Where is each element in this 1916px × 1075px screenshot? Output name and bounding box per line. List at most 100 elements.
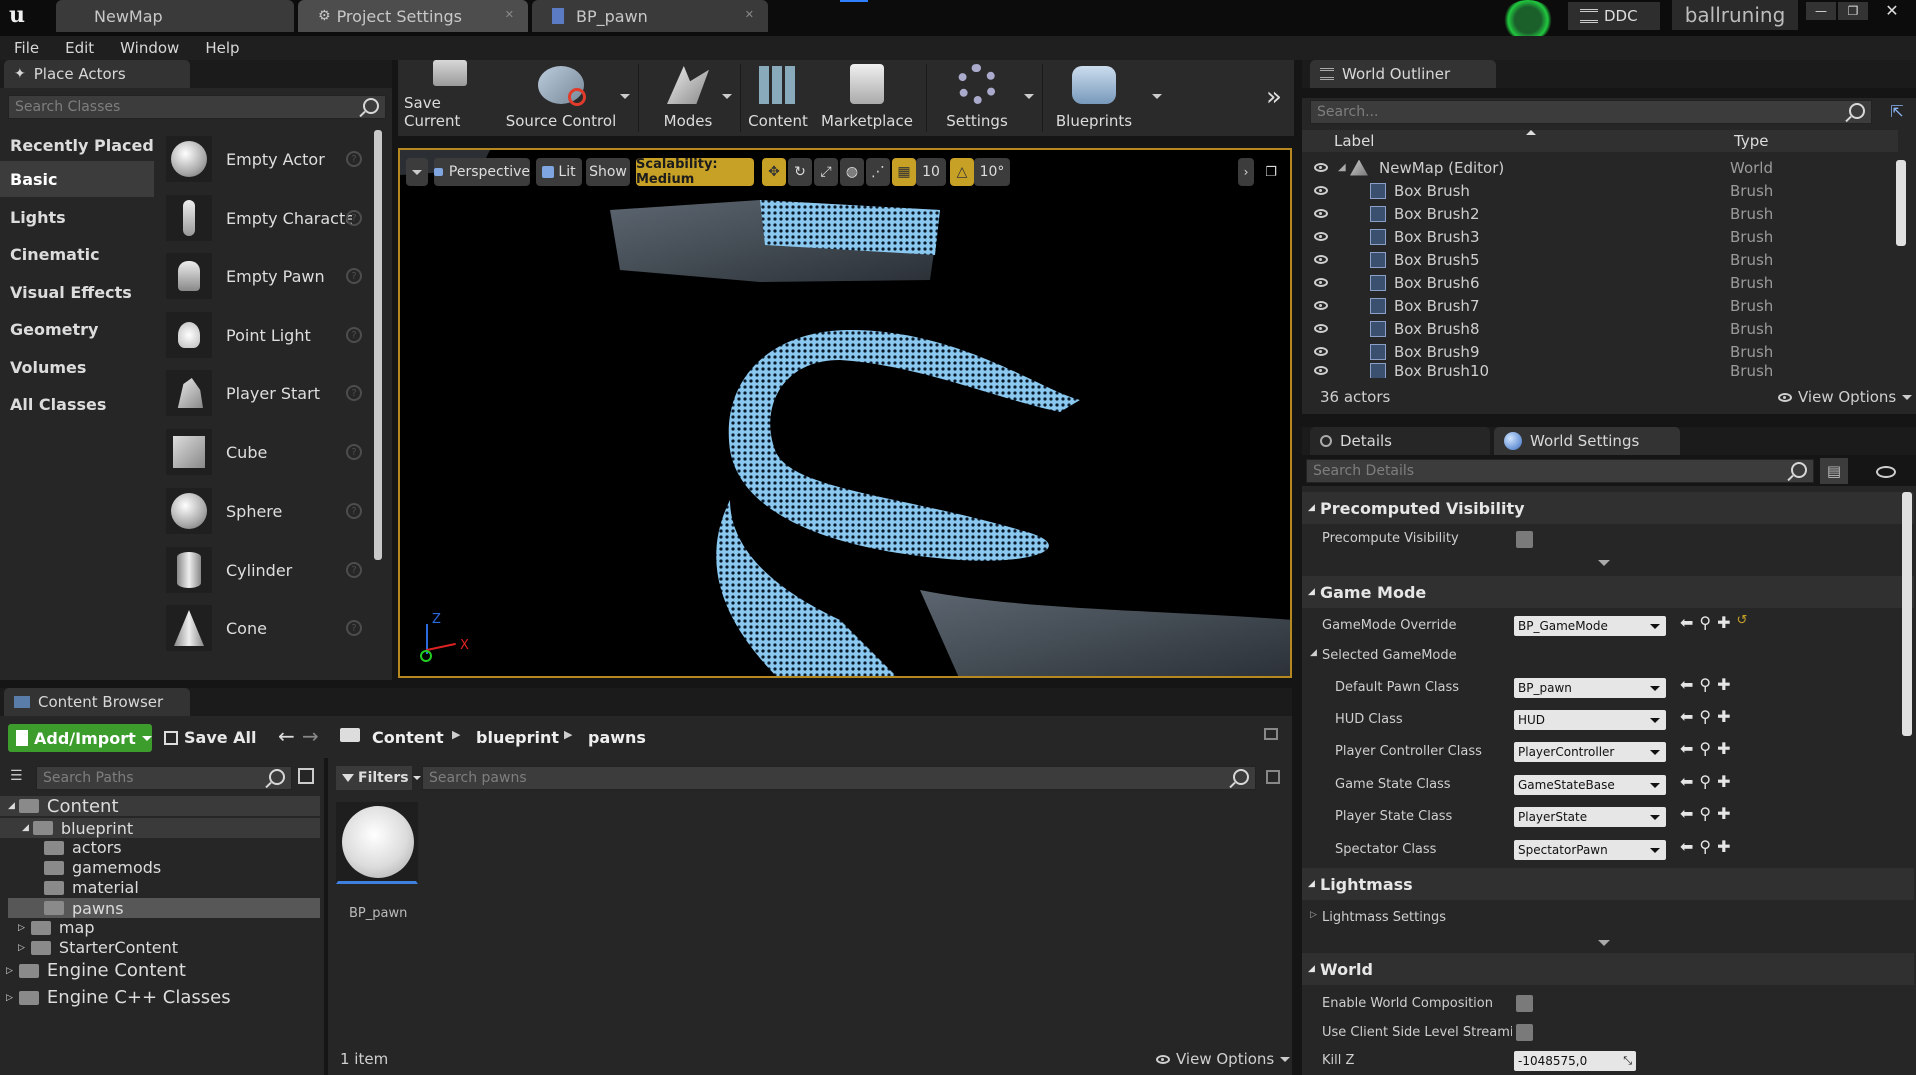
help-icon[interactable]: ? — [346, 503, 362, 519]
help-icon[interactable]: ? — [346, 151, 362, 167]
visibility-eye-icon[interactable] — [1314, 347, 1328, 356]
help-icon[interactable]: ? — [346, 210, 362, 226]
settings-button[interactable]: Settings — [932, 60, 1022, 136]
visibility-eye-icon[interactable] — [1314, 366, 1328, 375]
outliner-row[interactable]: Box Brush6 Brush — [1302, 271, 1898, 294]
rotation-snap-value[interactable]: 10° — [974, 158, 1010, 186]
add-icon[interactable]: ✚ — [1717, 837, 1730, 856]
tab-world-settings[interactable]: World Settings — [1494, 427, 1680, 455]
surface-snap-icon[interactable]: ⋰ — [866, 158, 890, 186]
show-button[interactable]: Show — [586, 158, 630, 186]
paths-options-icon[interactable] — [298, 768, 314, 784]
viewport-options-button[interactable] — [406, 158, 428, 186]
world-local-icon[interactable]: ◍ — [840, 158, 864, 186]
level-viewport[interactable]: Perspective Lit Show Scalability: Medium… — [398, 148, 1292, 678]
tree-item-blueprint[interactable]: ◢ blueprint — [0, 818, 320, 838]
filters-button[interactable]: Filters — [336, 766, 421, 790]
add-icon[interactable]: ✚ — [1717, 613, 1730, 632]
property-matrix-icon[interactable]: ▤ — [1820, 458, 1848, 484]
visibility-eye-icon[interactable] — [1314, 255, 1328, 264]
browse-icon[interactable]: ⚲ — [1699, 772, 1711, 791]
close-window-icon[interactable]: ✕ — [1874, 0, 1910, 20]
tab-newmap[interactable]: NewMap — [56, 0, 294, 32]
category-volumes[interactable]: Volumes — [0, 349, 154, 385]
help-icon[interactable]: ? — [346, 327, 362, 343]
column-label[interactable]: Label — [1334, 132, 1374, 150]
tree-item-content[interactable]: ◢ Content — [0, 796, 320, 817]
add-filter-icon[interactable]: ⇱ — [1886, 100, 1908, 122]
add-import-button[interactable]: Add/Import — [8, 724, 152, 752]
sources-toggle-icon[interactable]: ☰ — [10, 768, 23, 784]
save-all-button[interactable]: Save All — [164, 728, 257, 747]
source-control-button[interactable]: Source Control — [502, 60, 620, 136]
maximize-icon[interactable]: ❐ — [1838, 2, 1868, 20]
add-icon[interactable]: ✚ — [1717, 772, 1730, 791]
category-basic[interactable]: Basic — [0, 161, 154, 197]
client-streaming-checkbox[interactable] — [1516, 1024, 1533, 1041]
visibility-eye-icon[interactable] — [1314, 163, 1328, 172]
visibility-eye-icon[interactable] — [1314, 232, 1328, 241]
column-type[interactable]: Type — [1734, 132, 1768, 150]
outliner-row[interactable]: Box Brush9 Brush — [1302, 340, 1898, 363]
use-selected-icon[interactable]: ⬅ — [1680, 772, 1693, 791]
tab-project-settings[interactable]: ⚙ Project Settings ✕ — [298, 0, 528, 32]
browse-icon[interactable]: ⚲ — [1699, 739, 1711, 758]
chevron-down-icon[interactable] — [1024, 94, 1034, 99]
tab-bp-pawn[interactable]: BP_pawn ✕ — [532, 0, 768, 32]
tab-content-browser[interactable]: Content Browser — [4, 688, 190, 716]
breadcrumb-pawns[interactable]: pawns — [588, 728, 646, 747]
outliner-row[interactable]: Box Brush5 Brush — [1302, 248, 1898, 271]
grid-snap-value[interactable]: 10 — [916, 158, 946, 186]
outliner-row[interactable]: Box Brush7 Brush — [1302, 294, 1898, 317]
actor-player-start[interactable]: Player Start ? — [154, 364, 376, 422]
lock-icon[interactable] — [1264, 728, 1278, 740]
outliner-row[interactable]: Box Brush8 Brush — [1302, 317, 1898, 340]
menu-edit[interactable]: Edit — [65, 39, 94, 57]
browse-icon[interactable]: ⚲ — [1699, 707, 1711, 726]
use-selected-icon[interactable]: ⬅ — [1680, 739, 1693, 758]
actor-empty-pawn[interactable]: Empty Pawn ? — [154, 247, 376, 305]
rotation-snap-icon[interactable]: △ — [950, 158, 974, 186]
actor-empty-actor[interactable]: Empty Actor ? — [154, 130, 376, 188]
category-geometry[interactable]: Geometry — [0, 311, 154, 347]
rotate-icon[interactable]: ↻ — [788, 158, 812, 186]
tree-item-gamemods[interactable]: gamemods — [44, 858, 161, 877]
outliner-row[interactable]: Box Brush3 Brush — [1302, 225, 1898, 248]
modes-button[interactable]: Modes — [644, 60, 732, 136]
outliner-root-row[interactable]: ◢ NewMap (Editor) World — [1302, 156, 1898, 179]
chevron-down-icon[interactable] — [722, 94, 732, 99]
player-controller-class-dropdown[interactable]: PlayerController — [1514, 742, 1666, 762]
help-icon[interactable]: ? — [346, 620, 362, 636]
actor-cube[interactable]: Cube ? — [154, 423, 376, 481]
forward-icon[interactable]: → — [302, 724, 319, 748]
help-icon[interactable]: ? — [346, 385, 362, 401]
details-eye-icon[interactable] — [1876, 466, 1896, 478]
details-scrollbar[interactable] — [1902, 492, 1912, 736]
kill-z-input[interactable]: -1048575,0 ⤡ — [1514, 1051, 1636, 1071]
grid-snap-icon[interactable]: ▦ — [892, 158, 916, 186]
chevron-down-icon[interactable] — [1152, 94, 1162, 99]
tree-item-engine-cpp-classes[interactable]: ▷ Engine C++ Classes — [6, 987, 231, 1008]
translate-icon[interactable]: ✥ — [762, 158, 786, 186]
add-icon[interactable]: ✚ — [1717, 707, 1730, 726]
menu-file[interactable]: File — [14, 39, 39, 57]
help-icon[interactable]: ? — [346, 562, 362, 578]
marketplace-button[interactable]: Marketplace — [816, 60, 918, 136]
enable-world-composition-checkbox[interactable] — [1516, 995, 1533, 1012]
category-lights[interactable]: Lights — [0, 199, 154, 235]
actor-list-scrollbar[interactable] — [374, 130, 382, 560]
browse-icon[interactable]: ⚲ — [1699, 613, 1711, 632]
content-button[interactable]: Content — [746, 60, 810, 136]
assets-view-options[interactable]: View Options — [1156, 1050, 1291, 1068]
visibility-eye-icon[interactable] — [1314, 301, 1328, 310]
save-current-button[interactable]: Save Current — [404, 60, 496, 136]
use-selected-icon[interactable]: ⬅ — [1680, 707, 1693, 726]
blueprints-button[interactable]: Blueprints — [1048, 60, 1140, 136]
close-icon[interactable]: ✕ — [505, 8, 514, 21]
scale-icon[interactable]: ⤢ — [814, 158, 838, 186]
game-state-class-dropdown[interactable]: GameStateBase — [1514, 775, 1666, 795]
precompute-visibility-checkbox[interactable] — [1516, 531, 1533, 548]
outliner-row[interactable]: Box Brush2 Brush — [1302, 202, 1898, 225]
add-icon[interactable]: ✚ — [1717, 804, 1730, 823]
browse-icon[interactable]: ⚲ — [1699, 675, 1711, 694]
